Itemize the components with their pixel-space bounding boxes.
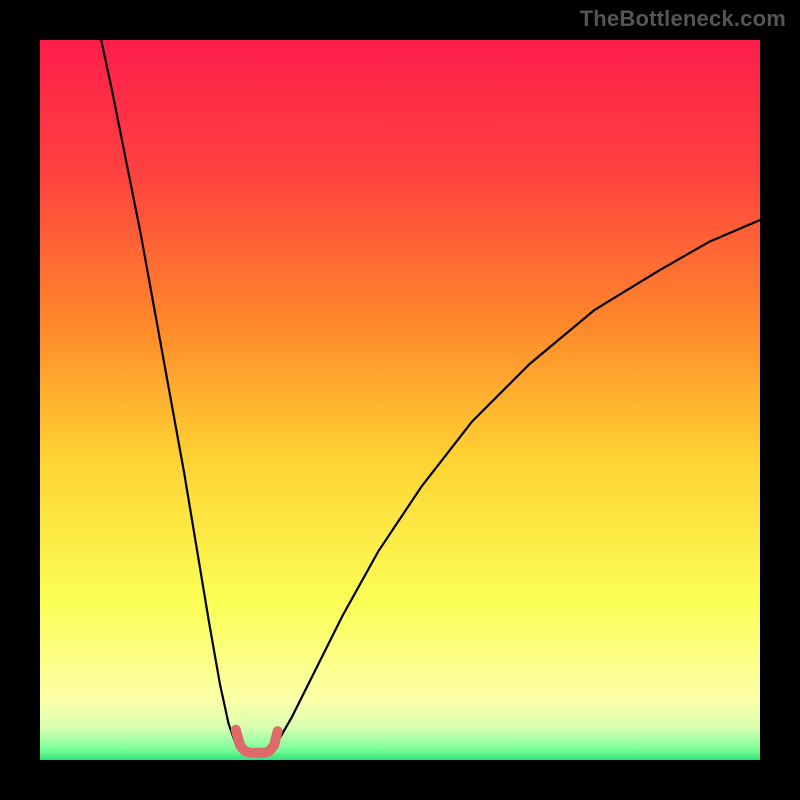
chart-plot: [40, 40, 760, 760]
chart-background: [40, 40, 760, 760]
chart-frame: TheBottleneck.com: [0, 0, 800, 800]
watermark-text: TheBottleneck.com: [580, 6, 786, 32]
